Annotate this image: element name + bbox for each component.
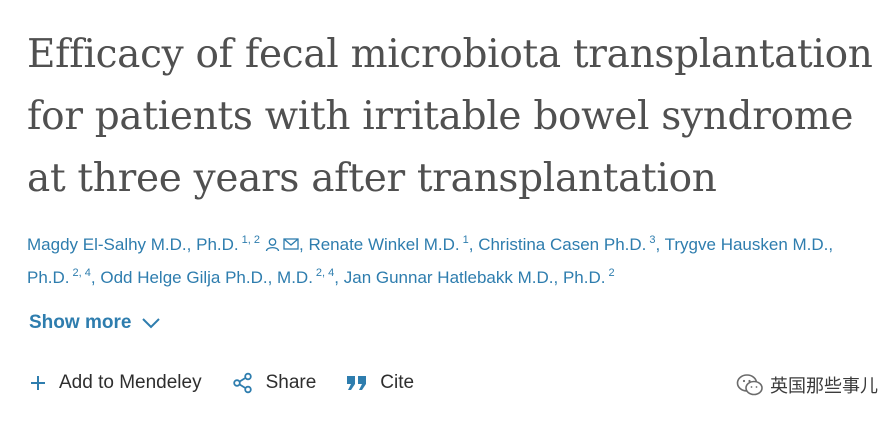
affiliation-superscript[interactable]: 2, 4: [73, 267, 91, 279]
author-list: Magdy El-Salhy M.D., Ph.D. 1, 2, Renate W…: [27, 228, 877, 294]
cite-label: Cite: [380, 372, 415, 393]
author-name-link[interactable]: Christina Casen Ph.D.: [478, 235, 646, 254]
quote-icon: [347, 376, 367, 390]
wechat-icon: [736, 374, 763, 396]
person-icon[interactable]: [265, 237, 280, 252]
affiliation-superscript[interactable]: 2: [608, 267, 614, 279]
author-separator: ,: [90, 268, 101, 287]
plus-icon: [31, 376, 45, 390]
author-item: Magdy El-Salhy M.D., Ph.D. 1, 2,: [27, 234, 308, 255]
share-button[interactable]: Share: [232, 372, 317, 394]
author-separator: ,: [334, 268, 344, 287]
share-label: Share: [265, 372, 317, 393]
add-to-mendeley-button[interactable]: Add to Mendeley: [29, 372, 202, 394]
watermark: 英国那些事儿: [736, 372, 878, 398]
add-to-mendeley-label: Add to Mendeley: [59, 372, 202, 393]
affiliation-superscript[interactable]: 1, 2: [242, 234, 260, 246]
author-name-link[interactable]: Renate Winkel M.D.: [308, 235, 459, 254]
article-actions: Add to Mendeley Share Cite: [29, 372, 444, 394]
show-more-button[interactable]: Show more: [29, 312, 161, 334]
envelope-icon[interactable]: [283, 237, 299, 251]
cite-button[interactable]: Cite: [346, 372, 414, 394]
affiliation-superscript[interactable]: 2, 4: [316, 267, 334, 279]
author-item: Jan Gunnar Hatlebakk M.D., Ph.D. 2: [344, 267, 615, 288]
author-separator: ,: [468, 235, 479, 254]
author-name-link[interactable]: Odd Helge Gilja Ph.D., M.D.: [100, 268, 313, 287]
chevron-down-icon: [142, 318, 161, 329]
share-icon: [232, 372, 252, 394]
author-name-link[interactable]: Magdy El-Salhy M.D., Ph.D.: [27, 235, 239, 254]
author-item: Renate Winkel M.D. 1,: [308, 235, 479, 255]
article-title: Efficacy of fecal microbiota transplanta…: [27, 32, 873, 201]
author-name-link[interactable]: Jan Gunnar Hatlebakk M.D., Ph.D.: [344, 268, 606, 287]
author-separator: ,: [655, 235, 665, 254]
watermark-text: 英国那些事儿: [770, 376, 878, 396]
show-more-label: Show more: [29, 312, 132, 333]
author-item: Christina Casen Ph.D. 3,: [478, 235, 665, 255]
author-item: Odd Helge Gilja Ph.D., M.D. 2, 4,: [100, 267, 344, 288]
